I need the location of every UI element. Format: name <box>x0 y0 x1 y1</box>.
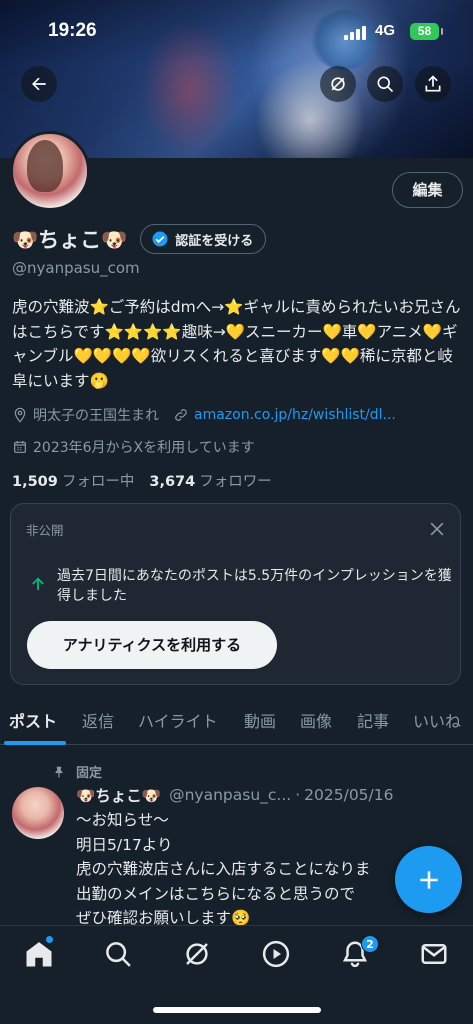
analytics-message: 過去7日間にあなたのポストは5.5万件のインプレッションを獲得しました <box>57 568 452 604</box>
signal-icon <box>344 26 370 40</box>
calendar-icon <box>14 441 26 453</box>
following-link[interactable]: 1,509 フォロー中 <box>12 470 134 491</box>
tab-likes[interactable]: いいね <box>413 708 461 732</box>
tab-images[interactable]: 画像 <box>300 708 332 732</box>
tab-videos[interactable]: 動画 <box>244 708 276 732</box>
messages-icon <box>421 944 447 964</box>
get-verified-label: 認証を受ける <box>175 233 254 249</box>
share-icon <box>425 75 441 92</box>
analytics-button[interactable]: アナリティクスを利用する <box>27 621 277 669</box>
verified-badge-icon <box>152 231 168 247</box>
followers-count: 3,674 <box>149 474 196 490</box>
home-icon <box>26 942 52 967</box>
location-icon <box>14 407 26 423</box>
following-label: フォロー中 <box>61 474 135 490</box>
status-time: 19:26 <box>48 20 97 41</box>
home-indicator <box>153 1007 321 1013</box>
battery-icon: 58 <box>410 23 443 40</box>
post-line: 〜お知らせ〜 <box>76 811 169 829</box>
profile-bio: 虎の穴難波⭐ご予約はdmへ→⭐ギャルに責められたいお兄さんはこちらです⭐⭐⭐⭐趣… <box>12 298 461 390</box>
nav-messages[interactable] <box>419 939 449 969</box>
private-label: 非公開 <box>26 523 64 538</box>
post-author-name[interactable]: 🐶ちょこ🐶 <box>76 784 161 806</box>
tab-posts[interactable]: ポスト <box>9 708 57 732</box>
plus-icon <box>419 870 438 889</box>
nav-video[interactable] <box>261 939 291 969</box>
tab-highlights[interactable]: ハイライト <box>138 708 218 732</box>
search-icon <box>106 942 131 967</box>
play-icon <box>262 940 290 968</box>
status-bar: 19:26 4G 58 <box>0 14 473 50</box>
grok-icon <box>331 77 345 91</box>
search-icon <box>377 76 394 93</box>
pinned-label: 固定 <box>76 766 103 781</box>
follow-stats: 1,509 フォロー中 3,674 フォロワー <box>12 470 272 491</box>
nav-grok[interactable] <box>182 939 212 969</box>
followers-label: フォロワー <box>199 474 272 490</box>
post-avatar[interactable] <box>12 787 64 839</box>
nav-home[interactable] <box>24 939 54 969</box>
website-link[interactable]: amazon.co.jp/hz/wishlist/dl... <box>194 407 396 423</box>
following-count: 1,509 <box>12 474 58 490</box>
close-icon[interactable] <box>427 519 447 539</box>
location-text: 明太子の王国生まれ <box>33 408 159 424</box>
arrow-up-icon <box>32 577 44 590</box>
nav-search[interactable] <box>103 939 133 969</box>
display-name: 🐶ちょこ🐶 <box>12 228 128 252</box>
arrow-left-icon <box>32 77 46 91</box>
search-button[interactable] <box>367 66 403 102</box>
joined-text: 2023年6月からXを利用しています <box>33 440 255 456</box>
post-header: 🐶ちょこ🐶 @nyanpasu_c... · 2025/05/16 <box>76 784 466 806</box>
analytics-card: 非公開 過去7日間にあなたのポストは5.5万件のインプレッションを獲得しました … <box>10 503 461 685</box>
post-author-handle[interactable]: @nyanpasu_c... <box>169 786 291 804</box>
profile-meta: 明太子の王国生まれ amazon.co.jp/hz/wishlist/dl... <box>12 404 396 426</box>
name-row: 🐶ちょこ🐶 認証を受ける <box>12 224 267 254</box>
pinned-indicator: 固定 <box>52 762 102 781</box>
joined-row: 2023年6月からXを利用しています <box>12 436 255 458</box>
network-label: 4G <box>375 22 396 39</box>
active-tab-indicator <box>4 741 66 745</box>
notification-badge: 2 <box>361 935 379 953</box>
profile-tabs: ポスト 返信 ハイライト 動画 画像 記事 いいね <box>0 697 473 745</box>
grok-icon <box>186 943 208 965</box>
tab-articles[interactable]: 記事 <box>357 708 389 732</box>
post-separator: · <box>295 786 301 804</box>
link-icon <box>175 409 187 421</box>
grok-button[interactable] <box>320 66 356 102</box>
edit-profile-button[interactable]: 編集 <box>392 172 463 208</box>
back-button[interactable] <box>21 66 57 102</box>
pin-icon <box>55 766 63 778</box>
avatar[interactable] <box>10 131 90 211</box>
home-unread-dot <box>46 936 53 943</box>
compose-button[interactable] <box>395 846 462 913</box>
post-date[interactable]: 2025/05/16 <box>304 786 393 804</box>
get-verified-button[interactable]: 認証を受ける <box>140 224 267 254</box>
followers-link[interactable]: 3,674 フォロワー <box>149 470 271 491</box>
tab-replies[interactable]: 返信 <box>82 708 114 732</box>
profile-handle: @nyanpasu_com <box>12 259 140 277</box>
share-button[interactable] <box>415 66 451 102</box>
